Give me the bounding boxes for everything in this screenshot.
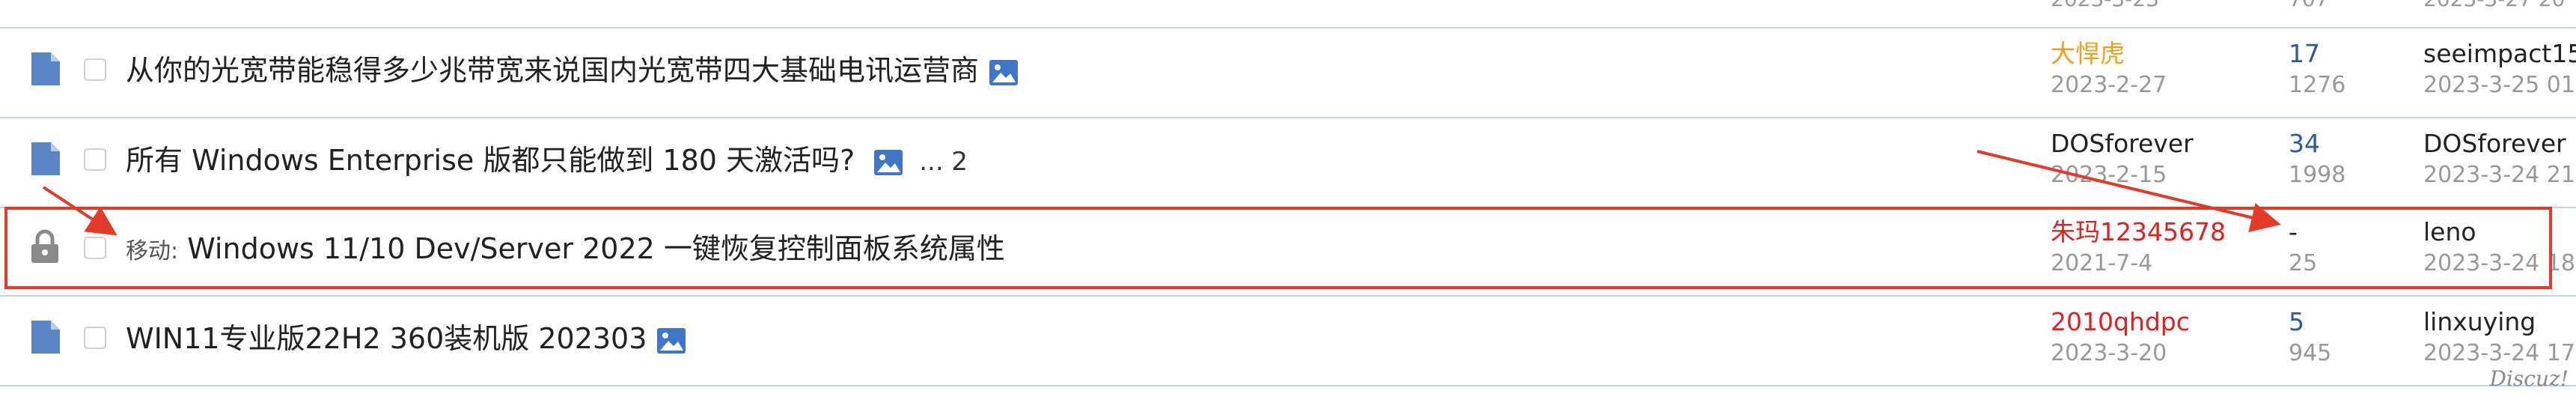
thread-row[interactable]: WIN11专业版22H2 360装机版 202303 2010qhdpc 202… (0, 297, 2576, 387)
thread-title-link[interactable]: 所有 Windows Enterprise 版都只能做到 180 天激活吗?..… (126, 142, 968, 180)
last-post-date[interactable]: 2023-3-24 17: (2423, 340, 2576, 367)
thread-row[interactable]: 从你的光宽带能稳得多少兆带宽来说国内光宽带四大基础电讯运营商 大悍虎 2023-… (0, 28, 2576, 118)
thread-author[interactable]: 大悍虎 (2051, 39, 2125, 69)
thread-date: 2023-3-20 (2051, 340, 2167, 366)
annotation-highlight-box (4, 207, 2552, 289)
file-icon (30, 141, 61, 177)
partial-last-date: 2023-3-27 20 (2423, 0, 2565, 11)
last-post-user[interactable]: seeimpact15 (2423, 39, 2576, 69)
select-checkbox[interactable] (84, 58, 106, 81)
watermark: Discuz! (2489, 366, 2569, 391)
thread-title[interactable]: 从你的光宽带能稳得多少兆带宽来说国内光宽带四大基础电讯运营商 (126, 54, 979, 87)
reply-count[interactable]: 5 (2289, 307, 2304, 337)
reply-count[interactable]: 17 (2289, 39, 2320, 69)
thread-author[interactable]: DOSforever (2051, 129, 2194, 159)
thread-title-link[interactable]: 从你的光宽带能稳得多少兆带宽来说国内光宽带四大基础电讯运营商 (126, 52, 1019, 88)
select-checkbox[interactable] (84, 148, 106, 171)
thread-row[interactable]: 所有 Windows Enterprise 版都只能做到 180 天激活吗?..… (0, 118, 2576, 208)
file-icon (30, 51, 61, 87)
image-attachment-icon (989, 59, 1019, 85)
thread-list: 2023-3-23 707 2023-3-27 20 从你的光宽带能稳得多少兆带… (0, 0, 2576, 394)
last-post-user[interactable]: linxuying (2423, 307, 2536, 337)
reply-count[interactable]: 34 (2289, 129, 2320, 159)
view-count: 1276 (2289, 72, 2346, 98)
last-post-user[interactable]: DOSforever (2423, 129, 2566, 159)
thread-row-partial: 2023-3-23 707 2023-3-27 20 (0, 0, 2576, 28)
last-post-date[interactable]: 2023-3-25 01: (2423, 72, 2576, 99)
thread-date: 2023-2-15 (2051, 162, 2167, 188)
thread-title-link[interactable]: WIN11专业版22H2 360装机版 202303 (126, 321, 686, 357)
file-icon (30, 319, 61, 355)
image-attachment-icon (874, 149, 903, 175)
last-post-date[interactable]: 2023-3-24 21: (2423, 162, 2576, 189)
view-count: 945 (2289, 340, 2332, 366)
page-links[interactable]: ... 2 (919, 147, 968, 177)
thread-date: 2023-2-27 (2051, 72, 2167, 98)
partial-date: 2023-3-23 (2051, 0, 2159, 11)
view-count: 1998 (2289, 162, 2346, 188)
partial-views: 707 (2289, 0, 2328, 11)
thread-title[interactable]: 所有 Windows Enterprise 版都只能做到 180 天激活吗? (126, 144, 855, 177)
select-checkbox[interactable] (84, 327, 106, 349)
image-attachment-icon (657, 327, 686, 354)
thread-title[interactable]: WIN11专业版22H2 360装机版 202303 (126, 322, 647, 355)
thread-author[interactable]: 2010qhdpc (2051, 307, 2190, 337)
